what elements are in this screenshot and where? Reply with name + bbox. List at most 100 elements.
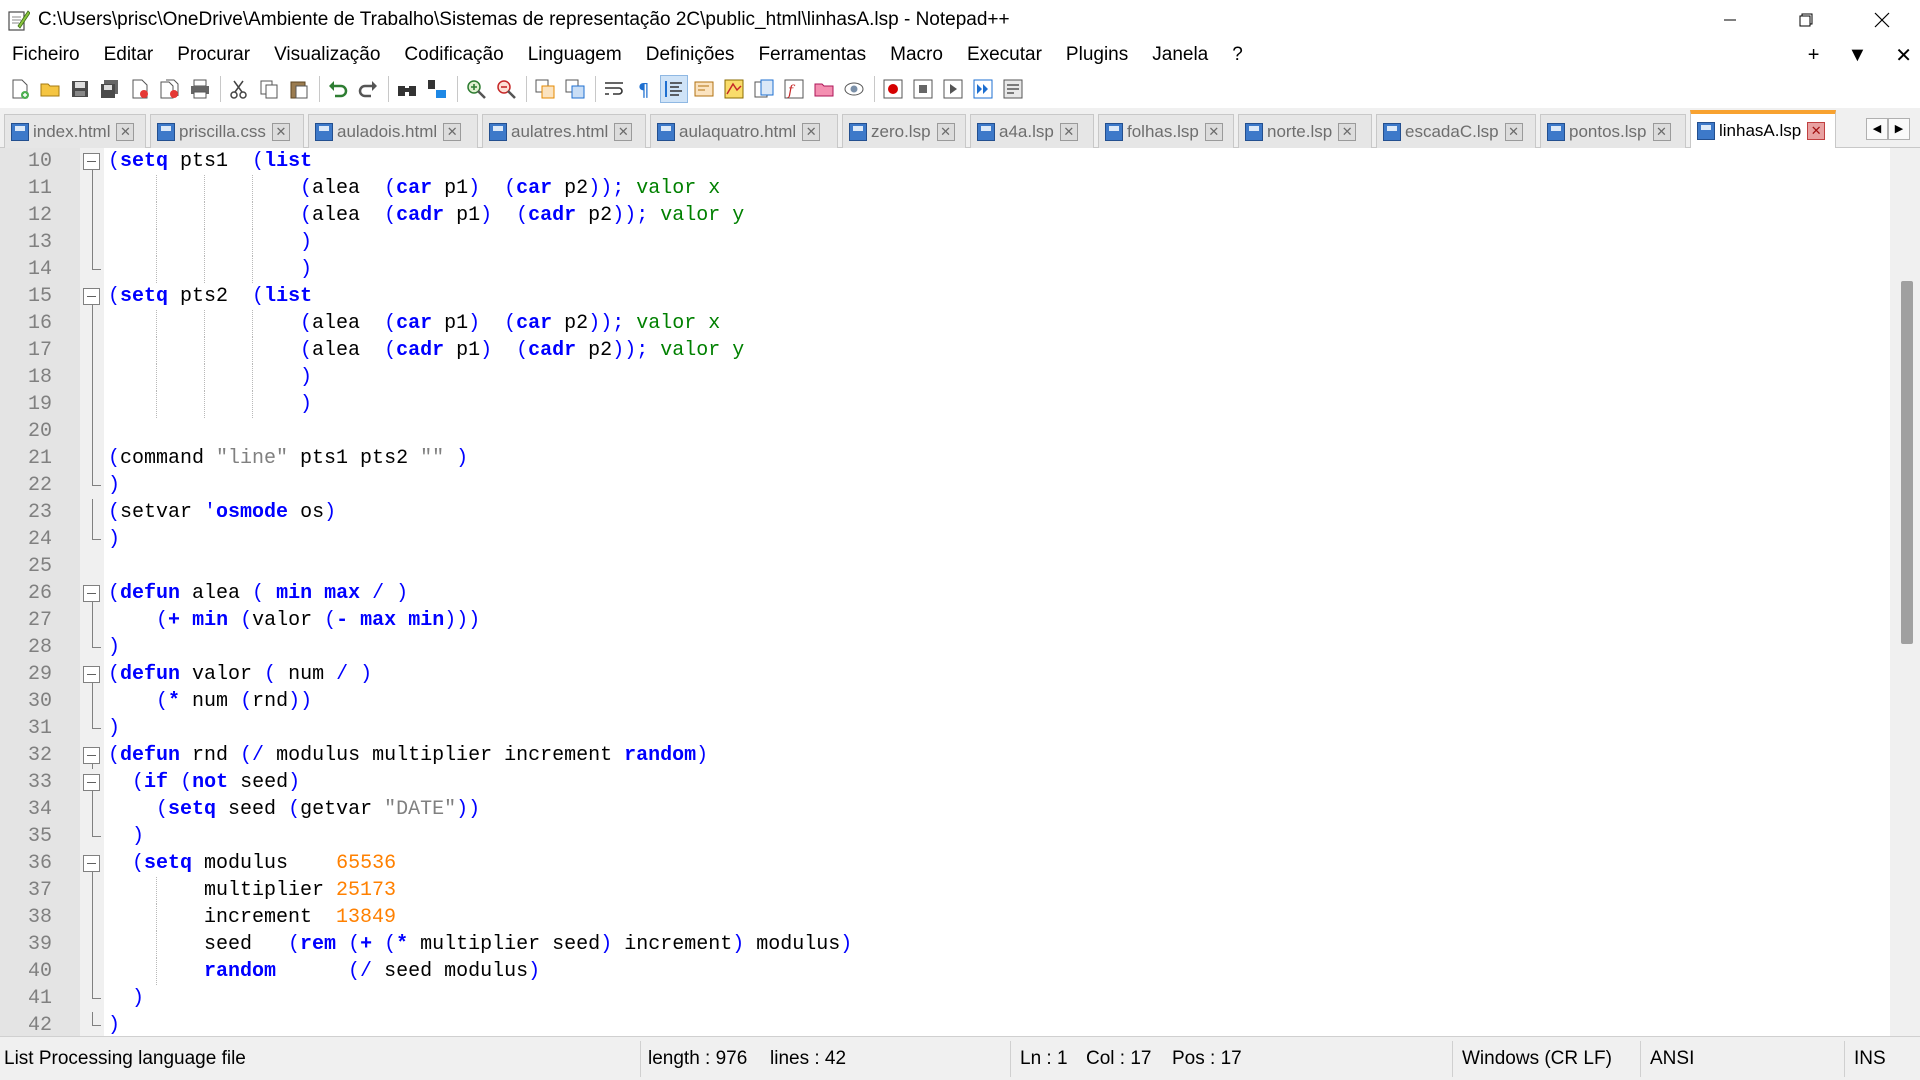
fold-toggle-icon[interactable]	[82, 769, 102, 796]
close-window-button[interactable]	[1844, 0, 1920, 40]
code-line: 30 (* num (rnd))	[0, 688, 1890, 715]
tab-a4a-lsp[interactable]: a4a.lsp ✕	[970, 114, 1094, 148]
status-divider	[1640, 1041, 1641, 1077]
tab-aulaquatro-html[interactable]: aulaquatro.html ✕	[650, 114, 838, 148]
line-number: 20	[27, 420, 52, 443]
tab-close-icon[interactable]: ✕	[614, 122, 633, 141]
tab-index-html[interactable]: index.html ✕	[4, 114, 146, 148]
tab-aulatres-html[interactable]: aulatres.html ✕	[482, 114, 646, 148]
tab-close-icon[interactable]: ✕	[1338, 122, 1357, 141]
find-icon[interactable]	[393, 75, 421, 103]
vertical-scrollbar[interactable]	[1890, 148, 1920, 1036]
tab-scroll-left-button[interactable]: ◀	[1866, 118, 1888, 140]
menu-procurar[interactable]: Procurar	[165, 44, 262, 66]
tab-pontos-lsp[interactable]: pontos.lsp ✕	[1540, 114, 1686, 148]
fold-toggle-icon[interactable]	[82, 283, 102, 310]
indent-guide-icon[interactable]	[660, 75, 688, 103]
zoom-out-icon[interactable]	[492, 75, 520, 103]
tab-norte-lsp[interactable]: norte.lsp ✕	[1238, 114, 1372, 148]
tab-close-icon[interactable]: ✕	[936, 122, 955, 141]
tab-close-icon[interactable]: ✕	[1204, 122, 1223, 141]
indent-guide	[156, 175, 157, 202]
scrollbar-thumb[interactable]	[1901, 281, 1913, 644]
play-macro-icon[interactable]	[939, 75, 967, 103]
menu-macro[interactable]: Macro	[878, 44, 955, 66]
close-document-button[interactable]: ✕	[1895, 43, 1912, 68]
code-text: (defun alea ( min max / )	[108, 582, 409, 605]
redo-icon[interactable]	[354, 75, 382, 103]
tab-priscilla-css[interactable]: priscilla.css ✕	[150, 114, 304, 148]
menu-ferramentas[interactable]: Ferramentas	[746, 44, 878, 66]
save-all-icon[interactable]	[96, 75, 124, 103]
fold-toggle-icon[interactable]	[82, 148, 102, 175]
tab-zero-lsp[interactable]: zero.lsp ✕	[842, 114, 966, 148]
tab-close-icon[interactable]: ✕	[271, 122, 290, 141]
line-number: 18	[27, 366, 52, 389]
menu-definicoes[interactable]: Definições	[634, 44, 747, 66]
saved-file-icon	[1697, 122, 1715, 140]
replace-icon[interactable]	[423, 75, 451, 103]
tab-close-icon[interactable]: ✕	[1652, 122, 1671, 141]
fold-toggle-icon[interactable]	[82, 850, 102, 877]
new-tab-button[interactable]: +	[1808, 44, 1820, 67]
function-list-icon[interactable]: f	[780, 75, 808, 103]
tab-close-icon[interactable]: ✕	[1807, 122, 1826, 140]
fold-toggle-icon[interactable]	[82, 742, 102, 769]
tab-close-icon[interactable]: ✕	[116, 122, 135, 141]
code-editor[interactable]: 10 (setq pts1 (list 11 (alea (car p1) (car…	[0, 148, 1920, 1036]
monitoring-icon[interactable]	[840, 75, 868, 103]
line-number: 10	[27, 150, 52, 173]
menu-codificacao[interactable]: Codificação	[392, 44, 515, 66]
menu-editar[interactable]: Editar	[92, 44, 166, 66]
doc-list-icon[interactable]	[750, 75, 778, 103]
open-file-icon[interactable]	[36, 75, 64, 103]
word-wrap-icon[interactable]	[600, 75, 628, 103]
close-all-icon[interactable]	[156, 75, 184, 103]
copy-icon[interactable]	[255, 75, 283, 103]
cut-icon[interactable]	[225, 75, 253, 103]
close-file-icon[interactable]	[126, 75, 154, 103]
tab-scroll-right-button[interactable]: ▶	[1888, 118, 1910, 140]
fold-guide	[82, 391, 102, 418]
menu-linguagem[interactable]: Linguagem	[516, 44, 634, 66]
menu-help[interactable]: ?	[1220, 44, 1255, 66]
tab-close-icon[interactable]: ✕	[1504, 122, 1523, 141]
show-all-characters-icon[interactable]: ¶	[630, 75, 658, 103]
save-macro-icon[interactable]	[999, 75, 1027, 103]
tab-escadac-lsp[interactable]: escadaC.lsp ✕	[1376, 114, 1536, 148]
tab-close-icon[interactable]: ✕	[443, 122, 462, 141]
code-text: )	[132, 987, 145, 1010]
print-icon[interactable]	[186, 75, 214, 103]
menu-visualizacao[interactable]: Visualização	[262, 44, 392, 66]
restore-button[interactable]	[1768, 0, 1844, 40]
tab-folhas-lsp[interactable]: folhas.lsp ✕	[1098, 114, 1234, 148]
undo-icon[interactable]	[324, 75, 352, 103]
new-file-icon[interactable]	[6, 75, 34, 103]
zoom-in-icon[interactable]	[462, 75, 490, 103]
save-icon[interactable]	[66, 75, 94, 103]
doc-map-icon[interactable]	[720, 75, 748, 103]
minimize-button[interactable]	[1692, 0, 1768, 40]
tab-linhasa-lsp[interactable]: linhasA.lsp ✕	[1690, 110, 1836, 148]
fold-toggle-icon[interactable]	[82, 661, 102, 688]
run-macro-multiple-icon[interactable]	[969, 75, 997, 103]
tab-auladois-html[interactable]: auladois.html ✕	[308, 114, 478, 148]
sync-vertical-icon[interactable]	[531, 75, 559, 103]
user-language-icon[interactable]	[690, 75, 718, 103]
menu-janela[interactable]: Janela	[1140, 44, 1220, 66]
menu-ficheiro[interactable]: Ficheiro	[0, 44, 92, 66]
tab-list-dropdown-button[interactable]: ▼	[1847, 44, 1867, 67]
menu-executar[interactable]: Executar	[955, 44, 1054, 66]
code-line: 35 )	[0, 823, 1890, 850]
line-number: 11	[27, 177, 52, 200]
tab-close-icon[interactable]: ✕	[1059, 122, 1078, 141]
tab-close-icon[interactable]: ✕	[802, 122, 821, 141]
sync-horizontal-icon[interactable]	[561, 75, 589, 103]
folder-workspace-icon[interactable]	[810, 75, 838, 103]
stop-macro-icon[interactable]	[909, 75, 937, 103]
record-macro-icon[interactable]	[879, 75, 907, 103]
line-number: 28	[27, 636, 52, 659]
menu-plugins[interactable]: Plugins	[1054, 44, 1140, 66]
paste-icon[interactable]	[285, 75, 313, 103]
fold-toggle-icon[interactable]	[82, 580, 102, 607]
